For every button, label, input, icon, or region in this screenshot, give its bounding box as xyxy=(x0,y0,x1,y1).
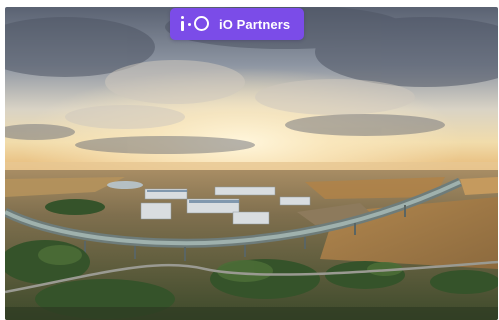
io-partners-badge: iO Partners xyxy=(170,8,304,40)
aerial-landscape-image xyxy=(5,7,498,320)
io-logo-icon xyxy=(180,8,220,40)
aerial-photo xyxy=(5,7,498,320)
badge-label: iO Partners xyxy=(219,16,291,32)
